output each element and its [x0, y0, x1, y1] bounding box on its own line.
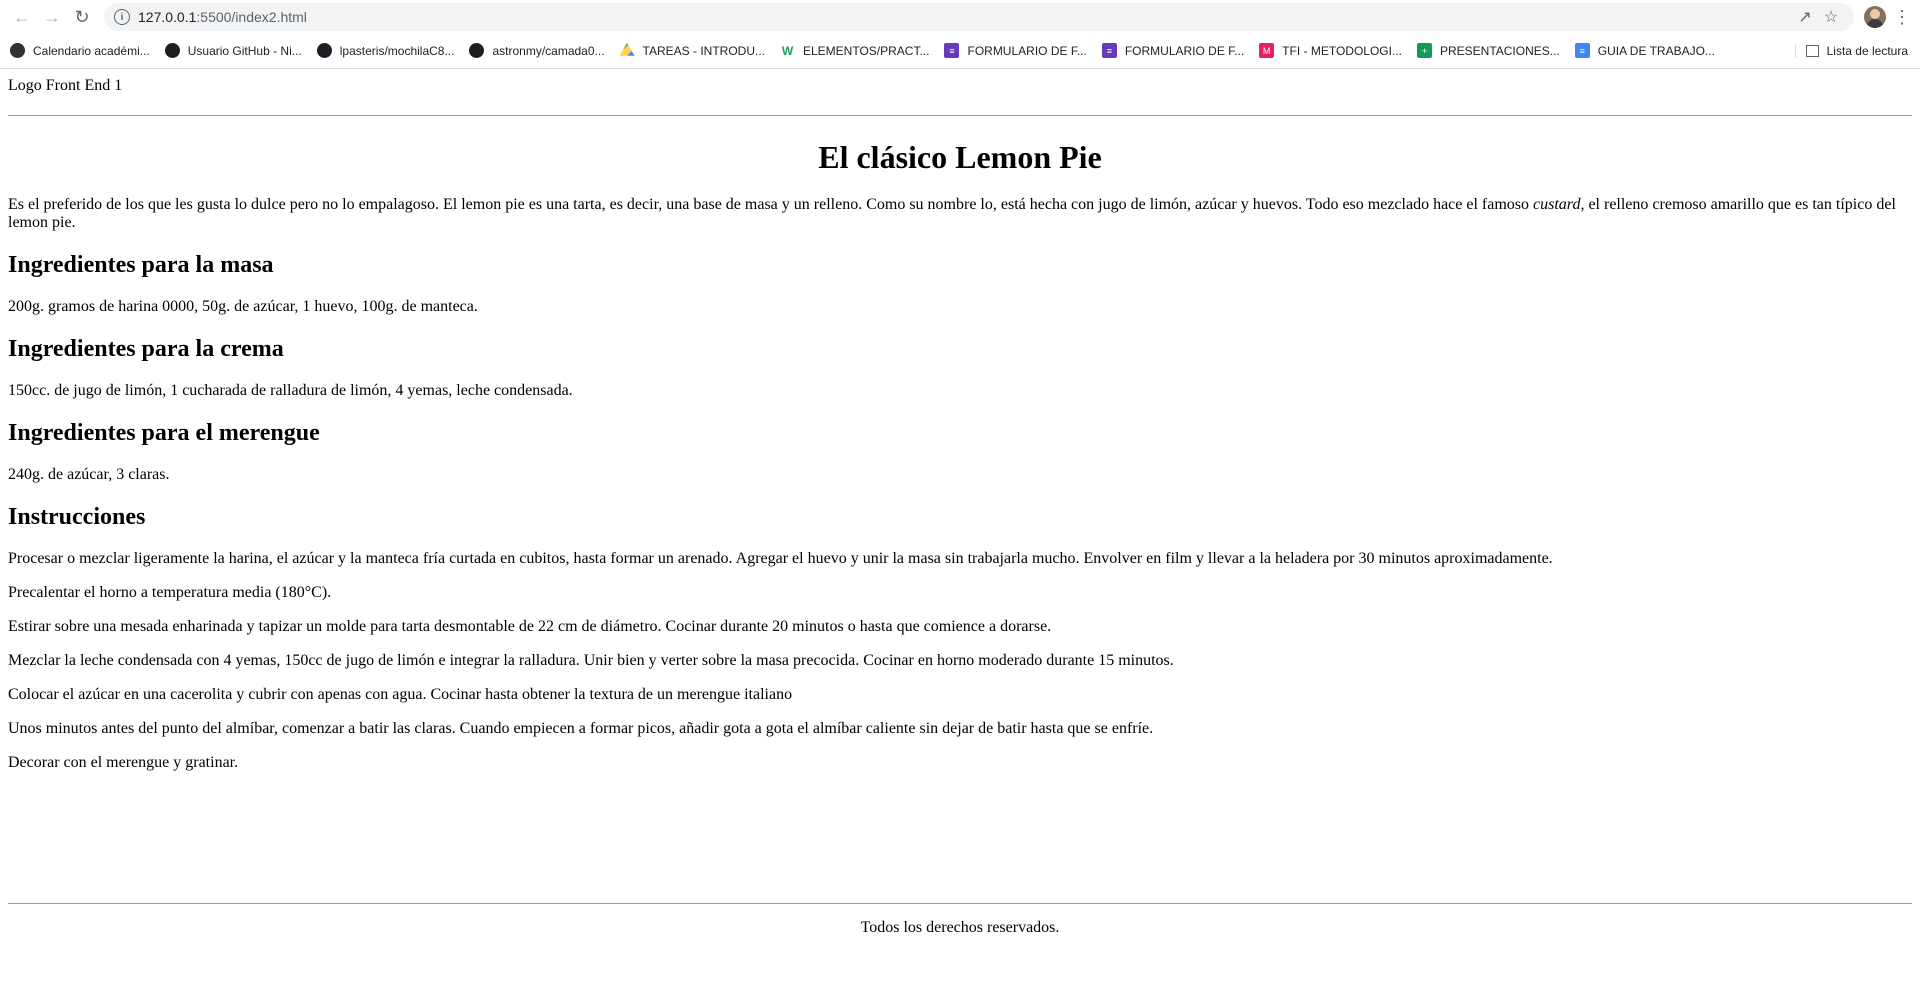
bookmark-label: Calendario académi...	[33, 43, 150, 58]
address-bar[interactable]: i 127.0.0.1:5500/index2.html ↗ ☆	[104, 3, 1854, 31]
instruction-step: Estirar sobre una mesada enharinada y ta…	[8, 618, 1052, 635]
browser-toolbar: ← → ↻ i 127.0.0.1:5500/index2.html ↗ ☆ ⋮	[0, 0, 1920, 34]
bookmark-item[interactable]: TAREAS - INTRODU...	[619, 43, 765, 58]
intro-emphasis: custard	[1533, 196, 1581, 213]
form-favicon-icon: ≡	[944, 43, 960, 58]
bookmark-label: FORMULARIO DE F...	[967, 43, 1087, 58]
url-path: :5500/index2.html	[196, 9, 307, 25]
page-title: El clásico Lemon Pie	[818, 139, 1102, 175]
bookmark-label: TAREAS - INTRODU...	[642, 43, 765, 58]
instruction-step: Unos minutos antes del punto del almíbar…	[8, 720, 1154, 737]
bookmark-label: Usuario GitHub - Ni...	[187, 43, 302, 58]
instruction-step: Precalentar el horno a temperatura media…	[8, 584, 332, 601]
footer-text: Todos los derechos reservados.	[860, 919, 1060, 936]
sheet-favicon-icon: +	[1416, 43, 1432, 58]
url-host: 127.0.0.1	[138, 9, 197, 25]
section-heading-crema: Ingredientes para la crema	[8, 336, 284, 362]
profile-avatar[interactable]	[1864, 6, 1886, 28]
bookmark-label: FORMULARIO DE F...	[1124, 43, 1245, 58]
bookmark-item[interactable]: Usuario GitHub - Ni...	[164, 43, 302, 58]
instructions-heading: Instrucciones	[8, 504, 146, 530]
instruction-step: Mezclar la leche condensada con 4 yemas,…	[8, 652, 1174, 669]
forward-button[interactable]: →	[38, 3, 66, 31]
intro-paragraph: Es el preferido de los que les gusta lo …	[8, 196, 1912, 232]
page-footer: Todos los derechos reservados.	[8, 903, 1912, 952]
reading-list-button[interactable]: Lista de lectura	[1794, 43, 1908, 58]
reading-list-label: Lista de lectura	[1826, 43, 1908, 58]
form-favicon-icon: ≡	[1101, 43, 1117, 58]
gh-favicon-icon	[469, 43, 485, 58]
bookmark-label: GUIA DE TRABAJO...	[1597, 43, 1715, 58]
bookmarks-bar: Calendario académi... Usuario GitHub - Ni…	[0, 34, 1920, 67]
drive-favicon-icon	[619, 43, 635, 56]
bookmark-item[interactable]: Calendario académi...	[10, 43, 150, 58]
header-divider	[8, 115, 1912, 116]
bookmark-item[interactable]: ≡ GUIA DE TRABAJO...	[1574, 43, 1715, 58]
doc-favicon-icon: ≡	[1574, 43, 1590, 58]
section-heading-merengue: Ingredientes para el merengue	[8, 420, 320, 446]
instruction-step: Decorar con el merengue y gratinar.	[8, 754, 239, 771]
bookmark-item[interactable]: + PRESENTACIONES...	[1416, 43, 1560, 58]
bookmark-label: lpasteris/mochilaC8...	[339, 43, 455, 58]
back-button[interactable]: ←	[8, 3, 36, 31]
bookmark-star-icon[interactable]: ☆	[1818, 5, 1844, 29]
page-content: Logo Front End 1 El clásico Lemon Pie Es…	[0, 77, 1920, 772]
bookmark-label: astronmy/camada0...	[492, 43, 605, 58]
section-text-crema: 150cc. de jugo de limón, 1 cucharada de …	[8, 382, 573, 399]
reload-button[interactable]: ↻	[68, 3, 96, 31]
browser-menu-icon[interactable]: ⋮	[1892, 7, 1912, 28]
bookmark-item[interactable]: M TFI - METODOLOGI...	[1259, 43, 1402, 58]
share-icon[interactable]: ↗	[1792, 5, 1818, 29]
gh-favicon-icon	[316, 43, 332, 58]
url-text[interactable]: 127.0.0.1:5500/index2.html	[138, 9, 1792, 25]
m-favicon-icon: M	[1259, 43, 1275, 58]
instruction-step: Procesar o mezclar ligeramente la harina…	[8, 550, 1553, 567]
bookmark-item[interactable]: W ELEMENTOS/PRACT...	[780, 43, 930, 58]
intro-text-start: Es el preferido de los que les gusta lo …	[8, 196, 1534, 213]
bookmark-label: TFI - METODOLOGI...	[1282, 43, 1402, 58]
section-text-masa: 200g. gramos de harina 0000, 50g. de azú…	[8, 298, 478, 315]
section-text-merengue: 240g. de azúcar, 3 claras.	[8, 466, 170, 483]
bookmark-item[interactable]: ≡ FORMULARIO DE F...	[1101, 43, 1245, 58]
bookmark-label: ELEMENTOS/PRACT...	[803, 43, 930, 58]
bookmark-item[interactable]: lpasteris/mochilaC8...	[316, 43, 455, 58]
bookmark-label: PRESENTACIONES...	[1439, 43, 1560, 58]
site-logo: Logo Front End 1	[8, 77, 123, 94]
gh-favicon-icon	[164, 43, 180, 58]
reading-list-icon	[1805, 44, 1819, 57]
section-heading-masa: Ingredientes para la masa	[8, 252, 274, 278]
browser-chrome: ← → ↻ i 127.0.0.1:5500/index2.html ↗ ☆ ⋮…	[0, 0, 1920, 69]
bookmark-item[interactable]: ≡ FORMULARIO DE F...	[944, 43, 1087, 58]
instruction-step: Colocar el azúcar en una cacerolita y cu…	[8, 686, 793, 703]
bookmark-item[interactable]: astronmy/camada0...	[469, 43, 605, 58]
w-favicon-icon: W	[781, 43, 794, 58]
cal-favicon-icon	[10, 43, 25, 58]
footer-divider	[8, 903, 1912, 904]
site-info-icon[interactable]: i	[114, 9, 130, 25]
